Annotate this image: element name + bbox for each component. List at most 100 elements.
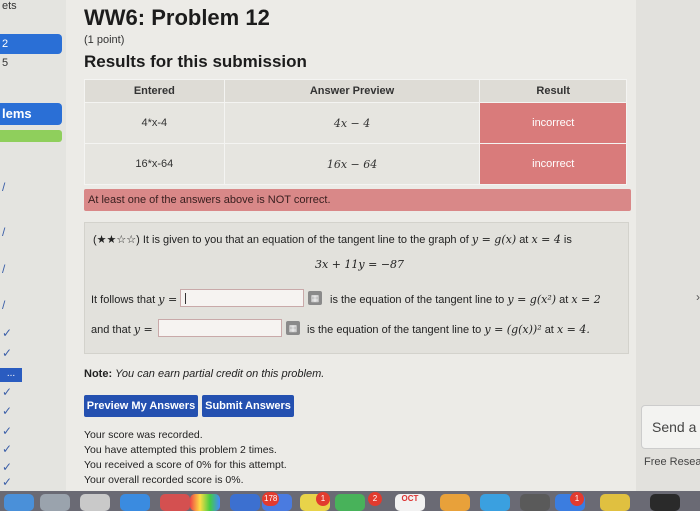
entered-cell: 4*x-4 <box>84 102 225 144</box>
statement-func: y = g(x) <box>471 233 517 246</box>
question-2-description: is the equation of the tangent line to y… <box>307 323 590 336</box>
app-icon[interactable] <box>520 494 550 511</box>
results-heading: Results for this submission <box>84 52 307 71</box>
column-header-entered: Entered <box>84 79 225 103</box>
problem-points: (1 point) <box>84 34 125 46</box>
column-header-preview: Answer Preview <box>223 79 481 103</box>
sidebar-check-icon: ✓ <box>2 326 13 340</box>
tangent-equation: 3x + 11y = −87 <box>315 258 405 271</box>
sidebar-check-icon: ✓ <box>2 442 13 456</box>
sidebar-top-text: ets <box>2 0 17 12</box>
notification-badge: 1 <box>316 492 330 506</box>
free-research-link[interactable]: Free Resear <box>644 456 700 468</box>
equation-editor-icon[interactable]: ▦ <box>308 291 322 305</box>
result-cell: incorrect <box>479 102 627 144</box>
sidebar-check-icon: / <box>2 180 6 194</box>
problem-statement-box: (★★☆☆) It is given to you that an equati… <box>84 222 629 354</box>
app-icon[interactable] <box>80 494 110 511</box>
answer-1-input[interactable] <box>180 289 304 307</box>
send-feedback-button[interactable]: Send a <box>641 405 700 449</box>
app-icon[interactable] <box>440 494 470 511</box>
statement-at: at <box>519 234 529 246</box>
partial-credit-note: Note: You can earn partial credit on thi… <box>84 368 324 380</box>
app-icon[interactable] <box>160 494 190 511</box>
q2-var: y = <box>133 323 153 336</box>
problem-panel: WW6: Problem 12 (1 point) Results for th… <box>66 0 636 511</box>
sidebar-check-icon: / <box>2 225 6 239</box>
app-icon[interactable] <box>650 494 680 511</box>
app-icon[interactable] <box>600 494 630 511</box>
sidebar-progress-bar <box>0 130 62 142</box>
question-2-label: and that y = <box>91 323 153 336</box>
mail-icon[interactable]: 178 <box>262 492 292 511</box>
q2-func: y = (g(x))² <box>484 323 542 336</box>
table-header-row: Entered Answer Preview Result <box>84 79 627 103</box>
results-table: Entered Answer Preview Result 4*x-4 4x −… <box>84 79 627 185</box>
right-panel: › Send a Free Resear <box>636 0 700 511</box>
app-icon[interactable] <box>120 494 150 511</box>
q2-after: is the equation of the tangent line to <box>307 324 482 336</box>
sidebar-more-dots[interactable]: ... <box>0 368 22 382</box>
preview-cell: 4x − 4 <box>223 102 481 144</box>
table-row: 4*x-4 4x − 4 incorrect <box>84 102 627 144</box>
page-title: WW6: Problem 12 <box>84 5 270 30</box>
sidebar-check-icon: ✓ <box>2 385 13 399</box>
equation-editor-icon[interactable]: ▦ <box>286 321 300 335</box>
statement-is: is <box>563 234 572 246</box>
preview-answers-button[interactable]: Preview My Answers <box>84 395 198 417</box>
calendar-month: OCT <box>401 494 419 503</box>
q2-prefix: and that <box>91 324 131 336</box>
sidebar-item-problems[interactable]: lems <box>0 103 62 125</box>
q1-point: x = 2 <box>571 293 601 306</box>
q1-prefix: It follows that <box>91 294 156 306</box>
q1-var: y = <box>158 293 178 306</box>
finder-icon[interactable] <box>4 494 34 511</box>
mail-badge: 178 <box>262 492 280 506</box>
messages-icon[interactable] <box>335 494 365 511</box>
sidebar-check-icon: ✓ <box>2 424 13 438</box>
right-edge-glyph: › <box>696 290 700 304</box>
app-icon[interactable] <box>480 494 510 511</box>
photos-icon[interactable] <box>190 494 220 511</box>
entered-cell: 16*x-64 <box>84 143 225 185</box>
score-line: You received a score of 0% for this atte… <box>84 459 287 471</box>
dock: 178 1 2 OCT 1 <box>0 491 700 511</box>
question-1-description: is the equation of the tangent line to y… <box>330 293 601 306</box>
sidebar-check-icon: / <box>2 262 6 276</box>
preview-cell: 16x − 64 <box>223 143 481 185</box>
column-header-result: Result <box>479 79 627 103</box>
course-sidebar: ets 2 5 lems / / / / ✓ ✓ ... ✓ ✓ ✓ ✓ ✓ ✓ <box>0 0 67 511</box>
sidebar-check-icon: ✓ <box>2 460 13 474</box>
score-line: Your overall recorded score is 0%. <box>84 474 244 486</box>
score-line: Your score was recorded. <box>84 429 203 441</box>
statement-point: x = 4 <box>531 233 561 246</box>
q1-at: at <box>559 294 569 306</box>
statement-prefix: (★★☆☆) It is given to you that an equati… <box>93 234 469 246</box>
question-1-label: It follows that y = <box>91 293 177 306</box>
note-label: Note: <box>84 368 113 380</box>
table-row: 16*x-64 16x − 64 incorrect <box>84 143 627 185</box>
submit-answers-button[interactable]: Submit Answers <box>202 395 294 417</box>
score-line: You have attempted this problem 2 times. <box>84 444 277 456</box>
app-icon[interactable] <box>40 494 70 511</box>
sidebar-check-icon: / <box>2 298 6 312</box>
app-icon[interactable] <box>230 494 260 511</box>
calendar-icon[interactable]: OCT <box>395 494 425 511</box>
score-summary: Your score was recorded. You have attemp… <box>84 428 287 488</box>
app-badge: 1 <box>570 492 584 506</box>
q2-point: x = 4. <box>556 323 590 336</box>
result-cell: incorrect <box>479 143 627 185</box>
q2-at: at <box>544 324 554 336</box>
messages-badge: 2 <box>368 492 382 506</box>
problem-statement: (★★☆☆) It is given to you that an equati… <box>93 233 572 246</box>
sidebar-check-icon: ✓ <box>2 404 13 418</box>
sidebar-item-5[interactable]: 5 <box>2 57 8 69</box>
q1-after: is the equation of the tangent line to <box>330 294 505 306</box>
sidebar-item-current[interactable]: 2 <box>0 34 62 54</box>
note-text: You can earn partial credit on this prob… <box>115 368 325 380</box>
q1-func: y = g(x²) <box>507 293 557 306</box>
answer-2-input[interactable] <box>158 319 282 337</box>
sidebar-check-icon: ✓ <box>2 475 13 489</box>
sidebar-check-icon: ✓ <box>2 346 13 360</box>
incorrect-alert: At least one of the answers above is NOT… <box>84 189 631 211</box>
